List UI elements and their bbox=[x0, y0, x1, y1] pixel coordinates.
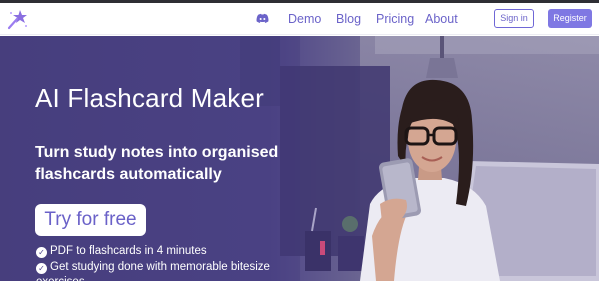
try-for-free-button[interactable]: Try for free bbox=[35, 204, 146, 236]
register-button[interactable]: Register bbox=[548, 9, 592, 28]
nav-link-about[interactable]: About bbox=[425, 11, 458, 27]
feature-text: PDF to flashcards in 4 minutes bbox=[50, 245, 207, 257]
feature-text: exercises bbox=[36, 276, 85, 281]
navbar: Demo Blog Pricing About Sign in Register bbox=[0, 3, 599, 35]
check-circle-icon: ✓ bbox=[36, 247, 47, 258]
hero-section: AI Flashcard Maker Turn study notes into… bbox=[0, 36, 599, 281]
feature-item-continued: exercises bbox=[36, 275, 85, 281]
sign-in-button[interactable]: Sign in bbox=[494, 9, 534, 28]
nav-link-pricing[interactable]: Pricing bbox=[376, 11, 414, 27]
feature-item: ✓ Get studying done with memorable bitesi… bbox=[36, 260, 270, 274]
hero-title: AI Flashcard Maker bbox=[35, 83, 265, 113]
nav-link-blog[interactable]: Blog bbox=[336, 11, 361, 27]
sparkle-wand-icon[interactable] bbox=[6, 7, 30, 31]
nav-link-demo[interactable]: Demo bbox=[288, 11, 321, 27]
hero-subtitle: Turn study notes into organised flashcar… bbox=[35, 144, 279, 183]
discord-icon[interactable] bbox=[256, 13, 269, 24]
feature-item: ✓ PDF to flashcards in 4 minutes bbox=[36, 244, 207, 258]
check-circle-icon: ✓ bbox=[36, 263, 47, 274]
feature-text: Get studying done with memorable bitesiz… bbox=[50, 261, 270, 273]
